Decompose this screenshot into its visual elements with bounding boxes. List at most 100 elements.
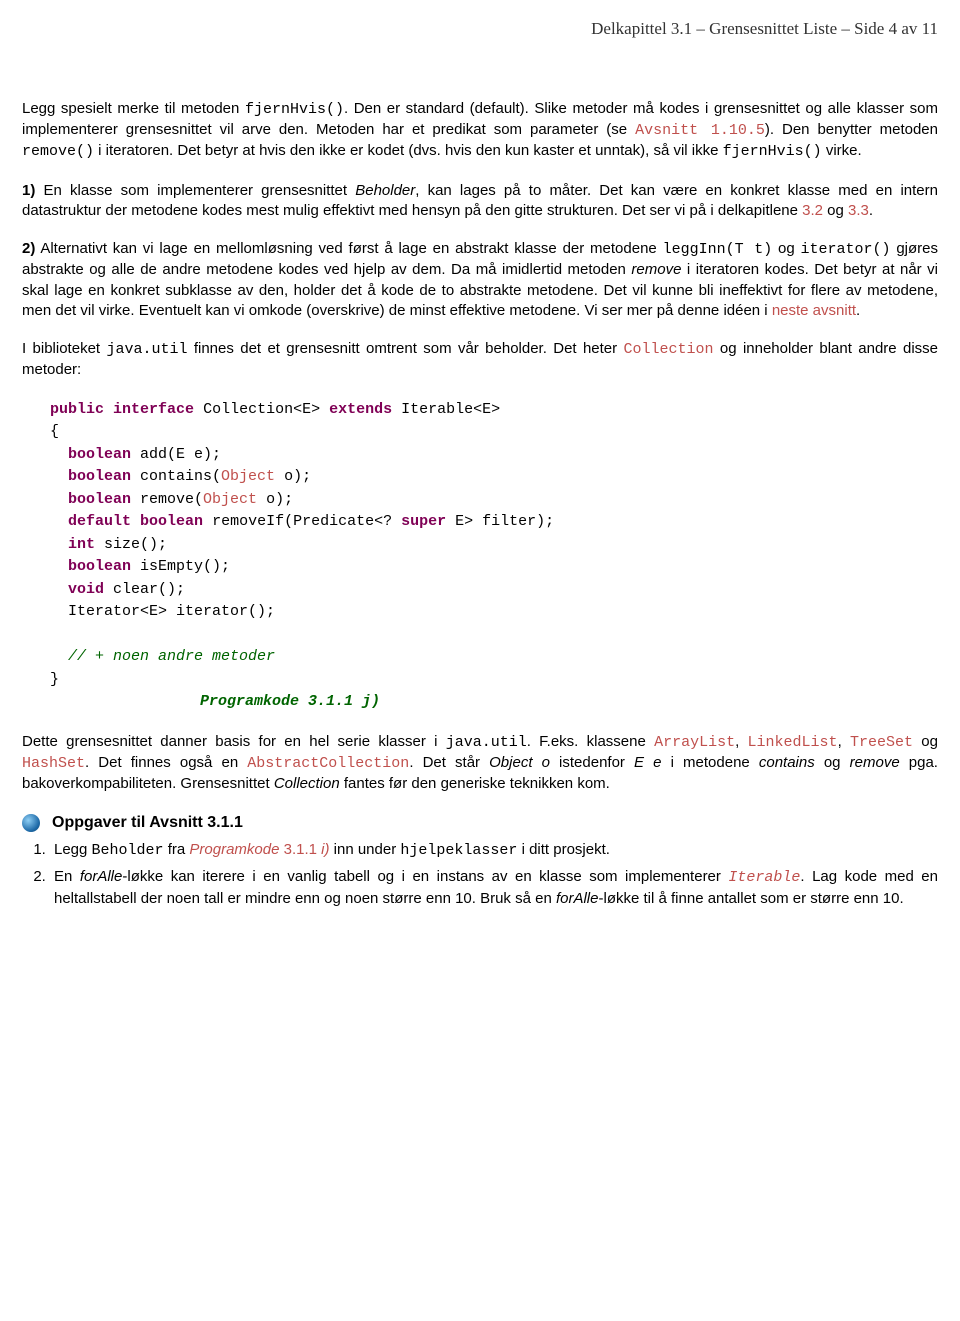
link-abstractcollection[interactable]: AbstractCollection <box>247 755 409 772</box>
code: size(); <box>95 536 167 553</box>
code-block-collection: public interface Collection<E> extends I… <box>50 399 938 714</box>
link-3-3[interactable]: 3.3 <box>848 202 869 219</box>
text: Dette grensesnittet danner basis for en … <box>22 733 446 750</box>
link-programkode[interactable]: 3.1.1 <box>279 841 321 858</box>
code: remove( <box>131 491 203 508</box>
code: java.util <box>446 734 527 751</box>
code-caption: Programkode 3.1.1 j) <box>200 693 380 710</box>
sphere-icon <box>22 814 40 832</box>
italic: remove <box>631 261 681 278</box>
code: isEmpty(); <box>131 558 230 575</box>
code: remove() <box>22 143 94 160</box>
code: java.util <box>106 341 187 358</box>
text: og <box>772 240 800 257</box>
keyword: default <box>68 513 131 530</box>
keyword: boolean <box>68 491 131 508</box>
code: clear(); <box>104 581 185 598</box>
link-object[interactable]: Object <box>221 468 275 485</box>
text: istedenfor <box>550 754 634 771</box>
text: , <box>735 733 747 750</box>
link-programkode[interactable]: Programkode <box>189 841 279 858</box>
keyword: void <box>68 581 104 598</box>
code: contains( <box>131 468 221 485</box>
keyword: interface <box>113 401 194 418</box>
paragraph-3: 2) Alternativt kan vi lage en mellomløsn… <box>22 239 938 321</box>
comment: // + noen andre metoder <box>68 648 275 665</box>
text: i iteratoren. Det betyr at hvis den ikke… <box>94 142 723 159</box>
keyword: boolean <box>68 468 131 485</box>
code: iterator() <box>801 241 891 258</box>
link-neste-avsnitt[interactable]: neste avsnitt <box>772 302 856 319</box>
exercise-item-1: Legg Beholder fra Programkode 3.1.1 i) i… <box>50 840 938 861</box>
link-collection[interactable]: Collection <box>624 341 714 358</box>
keyword: super <box>401 513 446 530</box>
code: leggInn(T t) <box>663 241 773 258</box>
link-avsnitt-1-10-5[interactable]: Avsnitt 1.10.5 <box>635 122 765 139</box>
item-marker: 1) <box>22 182 35 199</box>
text: fantes før den generiske teknikken kom. <box>340 775 610 792</box>
keyword: int <box>68 536 95 553</box>
paragraph-5: Dette grensesnittet danner basis for en … <box>22 732 938 795</box>
italic: Collection <box>274 775 340 792</box>
keyword: extends <box>329 401 392 418</box>
code: o); <box>275 468 311 485</box>
text: En <box>54 868 80 885</box>
text: og <box>815 754 850 771</box>
code: Collection<E> <box>203 401 320 418</box>
code: } <box>50 671 59 688</box>
exercise-item-2: En forAlle-løkke kan iterere i en vanlig… <box>50 867 938 909</box>
text: inn under <box>329 841 400 858</box>
page-header: Delkapittel 3.1 – Grensesnittet Liste – … <box>22 18 938 41</box>
link-arraylist[interactable]: ArrayList <box>654 734 735 751</box>
text: . F.eks. klassene <box>527 733 654 750</box>
header-text: Delkapittel 3.1 – Grensesnittet Liste – … <box>591 19 938 38</box>
text: i metodene <box>662 754 759 771</box>
link-object[interactable]: Object <box>203 491 257 508</box>
text: I biblioteket <box>22 340 106 357</box>
keyword: boolean <box>68 558 131 575</box>
text: -løkke kan iterere i en vanlig tabell og… <box>122 868 728 885</box>
text: virke. <box>822 142 862 159</box>
text: . Det står <box>409 754 489 771</box>
text: i ditt prosjekt. <box>517 841 610 858</box>
text: . <box>869 202 873 219</box>
code: removeIf(Predicate<? <box>203 513 401 530</box>
code: Beholder <box>92 842 164 859</box>
item-marker: 2) <box>22 240 35 257</box>
text: Legg spesielt merke til metoden <box>22 100 245 117</box>
italic: Beholder <box>355 182 415 199</box>
code: Iterator<E> iterator(); <box>68 603 275 620</box>
italic: forAlle <box>80 868 123 885</box>
section-title: Oppgaver til Avsnitt 3.1.1 <box>52 812 243 834</box>
section-heading-oppgaver: Oppgaver til Avsnitt 3.1.1 <box>22 812 938 834</box>
code: o); <box>257 491 293 508</box>
text: og <box>823 202 848 219</box>
keyword: boolean <box>140 513 203 530</box>
code: fjernHvis() <box>723 143 822 160</box>
text: og <box>913 733 938 750</box>
paragraph-1: Legg spesielt merke til metoden fjernHvi… <box>22 99 938 163</box>
link-linkedlist[interactable]: LinkedList <box>748 734 838 751</box>
link-hashset[interactable]: HashSet <box>22 755 85 772</box>
code: add(E e); <box>131 446 221 463</box>
text: , <box>838 733 850 750</box>
text: . Det finnes også en <box>85 754 247 771</box>
italic: remove <box>850 754 900 771</box>
italic: E e <box>634 754 661 771</box>
link-3-2[interactable]: 3.2 <box>802 202 823 219</box>
text: . <box>856 302 860 319</box>
text: Legg <box>54 841 92 858</box>
paragraph-2: 1) En klasse som implementerer grensesni… <box>22 181 938 222</box>
link-treeset[interactable]: TreeSet <box>850 734 913 751</box>
keyword: boolean <box>68 446 131 463</box>
exercise-list: Legg Beholder fra Programkode 3.1.1 i) i… <box>28 840 938 909</box>
code: E> filter); <box>446 513 554 530</box>
text: -løkke til å finne antallet som er størr… <box>599 890 904 907</box>
code: hjelpeklasser <box>400 842 517 859</box>
text: ). Den benytter metoden <box>765 121 938 138</box>
link-iterable[interactable]: Iterable <box>728 869 800 886</box>
text: Alternativt kan vi lage en mellomløsning… <box>35 240 662 257</box>
code: Iterable<E> <box>401 401 500 418</box>
code: fjernHvis() <box>245 101 344 118</box>
italic: contains <box>759 754 815 771</box>
